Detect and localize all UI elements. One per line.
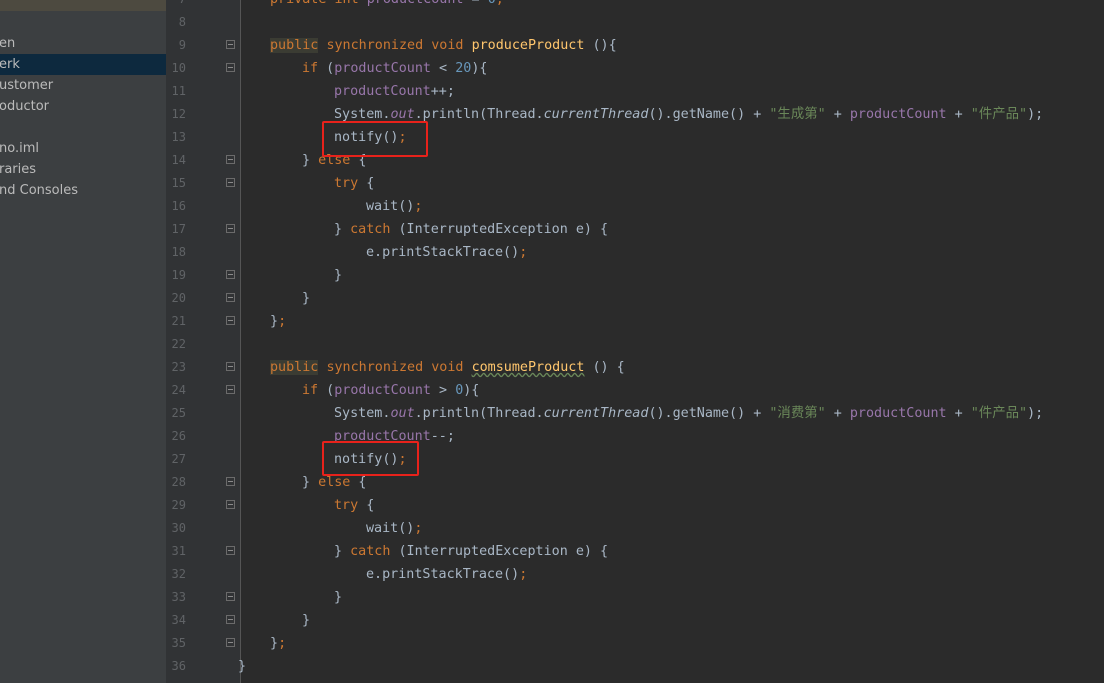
fold-collapse-icon[interactable] bbox=[226, 40, 235, 49]
line-number: 8 bbox=[178, 15, 186, 29]
line-number: 33 bbox=[171, 590, 186, 604]
code-line-34: } bbox=[302, 613, 311, 628]
code-line-36: } bbox=[238, 659, 247, 674]
tree-item-label: no.iml bbox=[0, 141, 39, 156]
code-line-30: wait(); bbox=[366, 521, 423, 536]
tree-item-1-selected[interactable]: erk bbox=[0, 54, 166, 75]
tree-item-label: oductor bbox=[0, 99, 49, 114]
code-line-18: e.printStackTrace(); bbox=[366, 245, 528, 260]
line-number: 29 bbox=[171, 498, 186, 512]
line-number: 26 bbox=[171, 429, 186, 443]
code-line-29: try { bbox=[334, 498, 375, 513]
fold-collapse-icon[interactable] bbox=[226, 270, 235, 279]
line-number: 34 bbox=[171, 613, 186, 627]
tree-item-5[interactable]: no.iml bbox=[0, 138, 166, 159]
code-line-11: productCount++; bbox=[334, 84, 455, 99]
line-number: 18 bbox=[171, 245, 186, 259]
fold-collapse-icon[interactable] bbox=[226, 592, 235, 601]
code-editor[interactable]: private int productCount = 0; public syn… bbox=[238, 0, 1104, 683]
code-line-20: } bbox=[302, 291, 311, 306]
code-line-17: } catch (InterruptedException e) { bbox=[334, 222, 609, 237]
tree-item-6[interactable]: raries bbox=[0, 159, 166, 180]
code-line-23: public synchronized void comsumeProduct … bbox=[270, 360, 625, 375]
code-line-24: if (productCount > 0){ bbox=[302, 383, 480, 398]
fold-collapse-icon[interactable] bbox=[226, 155, 235, 164]
code-line-16: wait(); bbox=[366, 199, 423, 214]
fold-collapse-icon[interactable] bbox=[226, 63, 235, 72]
highlight-box-notify-2 bbox=[322, 441, 419, 476]
tree-item-label: erk bbox=[0, 57, 20, 72]
line-number: 35 bbox=[171, 636, 186, 650]
highlight-box-notify-1 bbox=[322, 121, 428, 157]
project-toolbar bbox=[0, 0, 166, 11]
line-number: 32 bbox=[171, 567, 186, 581]
fold-collapse-icon[interactable] bbox=[226, 293, 235, 302]
line-number: 23 bbox=[171, 360, 186, 374]
line-number: 20 bbox=[171, 291, 186, 305]
fold-collapse-icon[interactable] bbox=[226, 224, 235, 233]
fold-collapse-icon[interactable] bbox=[226, 316, 235, 325]
project-tool-window: en erk ustomer oductor no.iml raries nd … bbox=[0, 0, 167, 683]
fold-collapse-icon[interactable] bbox=[226, 178, 235, 187]
fold-collapse-icon[interactable] bbox=[226, 546, 235, 555]
line-number: 15 bbox=[171, 176, 186, 190]
tree-item-label: en bbox=[0, 36, 16, 51]
line-number: 31 bbox=[171, 544, 186, 558]
code-line-33: } bbox=[334, 590, 343, 605]
line-number: 27 bbox=[171, 452, 186, 466]
code-line-21: }; bbox=[270, 314, 287, 329]
tree-item-7[interactable]: nd Consoles bbox=[0, 180, 166, 201]
fold-collapse-icon[interactable] bbox=[226, 385, 235, 394]
line-number: 25 bbox=[171, 406, 186, 420]
tree-item-label: raries bbox=[0, 162, 37, 177]
tree-item-3[interactable]: oductor bbox=[0, 96, 166, 117]
line-number: 22 bbox=[171, 337, 186, 351]
line-number: 14 bbox=[171, 153, 186, 167]
tree-item-label: nd Consoles bbox=[0, 183, 79, 198]
line-number: 12 bbox=[171, 107, 186, 121]
line-number: 17 bbox=[171, 222, 186, 236]
line-number: 36 bbox=[171, 659, 186, 673]
code-line-35: }; bbox=[270, 636, 287, 651]
tree-item-0[interactable]: en bbox=[0, 33, 166, 54]
line-number: 11 bbox=[171, 84, 186, 98]
code-line-10: if (productCount < 20){ bbox=[302, 61, 488, 76]
line-number: 19 bbox=[171, 268, 186, 282]
tree-item-2[interactable]: ustomer bbox=[0, 75, 166, 96]
code-line-7: private int productCount = 0; bbox=[270, 0, 504, 11]
line-number: 30 bbox=[171, 521, 186, 535]
code-line-32: e.printStackTrace(); bbox=[366, 567, 528, 582]
code-line-15: try { bbox=[334, 176, 375, 191]
line-number: 24 bbox=[171, 383, 186, 397]
fold-collapse-icon[interactable] bbox=[226, 500, 235, 509]
code-line-19: } bbox=[334, 268, 343, 283]
code-line-25: System.out.println(Thread.currentThread(… bbox=[334, 406, 1044, 421]
fold-collapse-icon[interactable] bbox=[226, 477, 235, 486]
fold-collapse-icon[interactable] bbox=[226, 362, 235, 371]
code-line-31: } catch (InterruptedException e) { bbox=[334, 544, 609, 559]
line-number: 10 bbox=[171, 61, 186, 75]
line-number: 9 bbox=[178, 38, 186, 52]
line-number: 7 bbox=[166, 0, 186, 11]
tree-item-label: ustomer bbox=[0, 78, 54, 93]
line-number: 21 bbox=[171, 314, 186, 328]
line-number: 16 bbox=[171, 199, 186, 213]
code-line-12: System.out.println(Thread.currentThread(… bbox=[334, 107, 1044, 122]
fold-collapse-icon[interactable] bbox=[226, 638, 235, 647]
code-line-9: public synchronized void produceProduct … bbox=[270, 38, 617, 53]
line-number: 28 bbox=[171, 475, 186, 489]
fold-collapse-icon[interactable] bbox=[226, 615, 235, 624]
line-number: 13 bbox=[171, 130, 186, 144]
